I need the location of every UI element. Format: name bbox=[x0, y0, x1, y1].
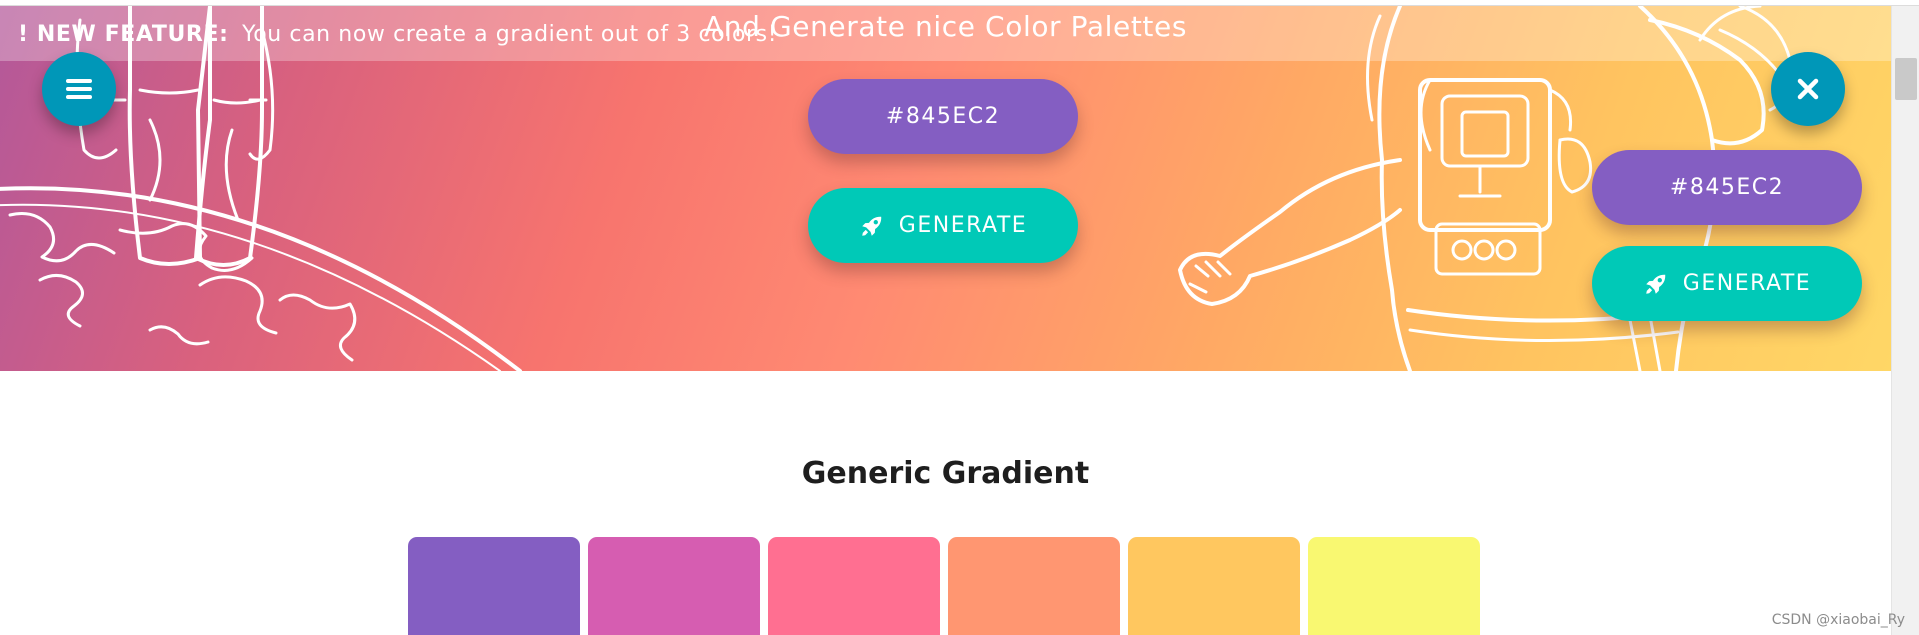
hex-color-label: #845EC2 bbox=[1669, 175, 1785, 200]
gradient-swatches bbox=[408, 537, 1480, 635]
planet-outline bbox=[0, 186, 522, 371]
chest-button bbox=[1451, 239, 1473, 261]
color-swatch[interactable] bbox=[588, 537, 760, 635]
color-swatch[interactable] bbox=[948, 537, 1120, 635]
chest-screen-inner bbox=[1460, 110, 1510, 158]
astronaut-arm bbox=[1178, 158, 1402, 306]
chest-detail bbox=[1557, 137, 1593, 194]
color-swatch[interactable] bbox=[768, 537, 940, 635]
rocket-icon bbox=[1646, 274, 1666, 294]
hex-color-button-secondary[interactable]: #845EC2 bbox=[1592, 150, 1862, 225]
page-scrollbar[interactable] bbox=[1891, 6, 1919, 635]
chest-detail bbox=[1458, 164, 1502, 198]
generate-label: GENERATE bbox=[898, 213, 1028, 238]
planet-crater bbox=[38, 274, 84, 328]
generate-button[interactable]: GENERATE bbox=[808, 188, 1078, 263]
planet-crater bbox=[278, 293, 357, 362]
hero-banner: ! NEW FEATURE: You can now create a grad… bbox=[0, 0, 1891, 371]
watermark-text: CSDN @xiaobai_Ry bbox=[1771, 612, 1905, 628]
close-icon bbox=[1797, 78, 1819, 100]
hex-color-label: #845EC2 bbox=[885, 104, 1001, 129]
menu-icon bbox=[66, 79, 92, 99]
color-swatch[interactable] bbox=[1128, 537, 1300, 635]
scrollbar-thumb[interactable] bbox=[1895, 58, 1917, 100]
generate-label: GENERATE bbox=[1682, 271, 1812, 296]
generate-button-secondary[interactable]: GENERATE bbox=[1592, 246, 1862, 321]
planet-crater bbox=[148, 325, 210, 346]
color-swatch[interactable] bbox=[408, 537, 580, 635]
section-title: Generic Gradient bbox=[801, 456, 1090, 491]
chest-button bbox=[1495, 239, 1517, 261]
rocket-icon bbox=[862, 216, 882, 236]
window-top-border bbox=[0, 0, 1919, 6]
planet-crater bbox=[198, 275, 278, 335]
planet-crater bbox=[8, 212, 116, 263]
chest-button bbox=[1473, 239, 1495, 261]
hex-color-button[interactable]: #845EC2 bbox=[808, 79, 1078, 154]
close-button[interactable] bbox=[1771, 52, 1845, 126]
astronaut-hand-detail bbox=[1188, 260, 1232, 294]
hero-tagline: And Generate nice Color Palettes bbox=[703, 10, 1188, 43]
astronaut-detail bbox=[148, 118, 240, 222]
menu-button[interactable] bbox=[42, 52, 116, 126]
planet-outline-inner bbox=[0, 203, 501, 371]
astronaut-belt bbox=[1408, 328, 1680, 343]
astronaut-belt-detail bbox=[1628, 314, 1662, 371]
color-swatch[interactable] bbox=[1308, 537, 1480, 635]
